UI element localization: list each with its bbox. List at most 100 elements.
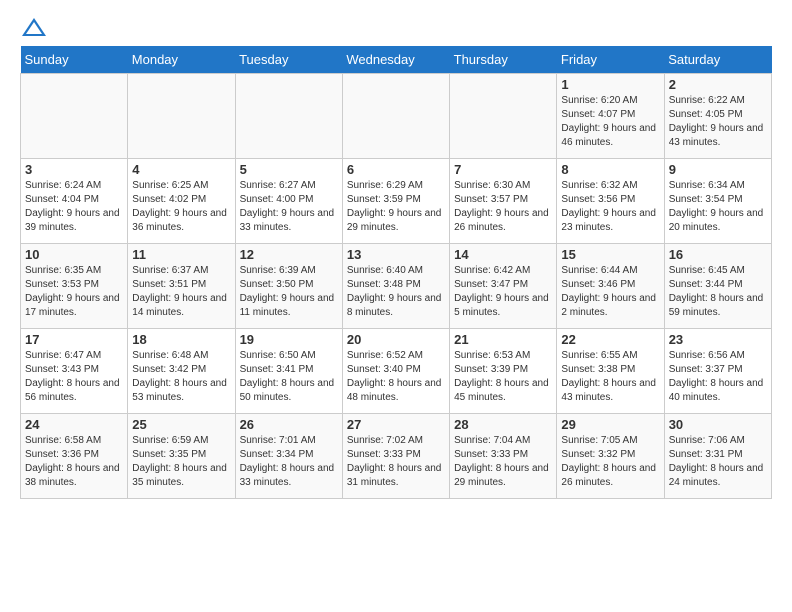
calendar-cell: 15 Sunrise: 6:44 AM Sunset: 3:46 PM Dayli… [557,244,664,329]
day-info: Sunrise: 6:29 AM Sunset: 3:59 PM Dayligh… [347,179,445,235]
day-info: Sunrise: 7:01 AM Sunset: 3:34 PM Dayligh… [240,434,338,490]
day-info: Sunrise: 6:20 AM Sunset: 4:07 PM Dayligh… [561,94,659,150]
calendar-cell: 9 Sunrise: 6:34 AM Sunset: 3:54 PM Daylig… [664,159,771,244]
day-number: 21 [454,332,552,347]
page: SundayMondayTuesdayWednesdayThursdayFrid… [0,0,792,509]
calendar-cell: 5 Sunrise: 6:27 AM Sunset: 4:00 PM Daylig… [235,159,342,244]
day-number: 16 [669,247,767,262]
day-number: 1 [561,77,659,92]
day-number: 7 [454,162,552,177]
day-info: Sunrise: 6:53 AM Sunset: 3:39 PM Dayligh… [454,349,552,405]
calendar-cell: 28Sunrise: 7:04 AM Sunset: 3:33 PM Dayli… [450,414,557,499]
calendar-header-thursday: Thursday [450,46,557,74]
calendar-cell: 12 Sunrise: 6:39 AM Sunset: 3:50 PM Dayli… [235,244,342,329]
calendar-cell: 20 Sunrise: 6:52 AM Sunset: 3:40 PM Dayli… [342,329,449,414]
day-info: Sunrise: 6:59 AM Sunset: 3:35 PM Dayligh… [132,434,230,490]
day-number: 20 [347,332,445,347]
day-info: Sunrise: 6:37 AM Sunset: 3:51 PM Dayligh… [132,264,230,320]
day-info: Sunrise: 6:42 AM Sunset: 3:47 PM Dayligh… [454,264,552,320]
calendar-cell: 6 Sunrise: 6:29 AM Sunset: 3:59 PM Daylig… [342,159,449,244]
day-info: Sunrise: 6:30 AM Sunset: 3:57 PM Dayligh… [454,179,552,235]
day-number: 23 [669,332,767,347]
day-info: Sunrise: 6:25 AM Sunset: 4:02 PM Dayligh… [132,179,230,235]
day-info: Sunrise: 6:32 AM Sunset: 3:56 PM Dayligh… [561,179,659,235]
calendar-cell: 16Sunrise: 6:45 AM Sunset: 3:44 PM Dayli… [664,244,771,329]
calendar-week-5: 24 Sunrise: 6:58 AM Sunset: 3:36 PM Dayli… [21,414,772,499]
calendar-header-friday: Friday [557,46,664,74]
day-info: Sunrise: 6:27 AM Sunset: 4:00 PM Dayligh… [240,179,338,235]
calendar-cell [342,74,449,159]
day-info: Sunrise: 6:34 AM Sunset: 3:54 PM Dayligh… [669,179,767,235]
day-number: 11 [132,247,230,262]
day-info: Sunrise: 6:52 AM Sunset: 3:40 PM Dayligh… [347,349,445,405]
day-number: 13 [347,247,445,262]
calendar-cell: 29 Sunrise: 7:05 AM Sunset: 3:32 PM Dayli… [557,414,664,499]
day-number: 25 [132,417,230,432]
calendar-cell [128,74,235,159]
calendar-cell: 27Sunrise: 7:02 AM Sunset: 3:33 PM Dayli… [342,414,449,499]
day-info: Sunrise: 6:47 AM Sunset: 3:43 PM Dayligh… [25,349,123,405]
day-info: Sunrise: 7:05 AM Sunset: 3:32 PM Dayligh… [561,434,659,490]
day-number: 5 [240,162,338,177]
calendar-table: SundayMondayTuesdayWednesdayThursdayFrid… [20,46,772,499]
day-number: 27 [347,417,445,432]
calendar-header-monday: Monday [128,46,235,74]
day-number: 6 [347,162,445,177]
day-number: 29 [561,417,659,432]
calendar-cell: 23Sunrise: 6:56 AM Sunset: 3:37 PM Dayli… [664,329,771,414]
calendar-cell: 4 Sunrise: 6:25 AM Sunset: 4:02 PM Daylig… [128,159,235,244]
logo-icon [20,16,48,38]
calendar-cell: 11 Sunrise: 6:37 AM Sunset: 3:51 PM Dayli… [128,244,235,329]
day-number: 30 [669,417,767,432]
day-number: 3 [25,162,123,177]
day-number: 18 [132,332,230,347]
calendar-cell: 7 Sunrise: 6:30 AM Sunset: 3:57 PM Daylig… [450,159,557,244]
calendar-cell [450,74,557,159]
calendar-header-saturday: Saturday [664,46,771,74]
day-info: Sunrise: 7:06 AM Sunset: 3:31 PM Dayligh… [669,434,767,490]
calendar-header-row: SundayMondayTuesdayWednesdayThursdayFrid… [21,46,772,74]
calendar-week-3: 10 Sunrise: 6:35 AM Sunset: 3:53 PM Dayli… [21,244,772,329]
day-info: Sunrise: 6:24 AM Sunset: 4:04 PM Dayligh… [25,179,123,235]
day-number: 10 [25,247,123,262]
calendar-cell: 24 Sunrise: 6:58 AM Sunset: 3:36 PM Dayli… [21,414,128,499]
day-number: 17 [25,332,123,347]
calendar-cell: 19 Sunrise: 6:50 AM Sunset: 3:41 PM Dayli… [235,329,342,414]
day-info: Sunrise: 6:50 AM Sunset: 3:41 PM Dayligh… [240,349,338,405]
calendar-cell [21,74,128,159]
day-number: 24 [25,417,123,432]
day-number: 26 [240,417,338,432]
calendar-week-4: 17 Sunrise: 6:47 AM Sunset: 3:43 PM Dayli… [21,329,772,414]
calendar-cell: 17 Sunrise: 6:47 AM Sunset: 3:43 PM Dayli… [21,329,128,414]
calendar-header-tuesday: Tuesday [235,46,342,74]
day-number: 15 [561,247,659,262]
calendar-cell: 3 Sunrise: 6:24 AM Sunset: 4:04 PM Daylig… [21,159,128,244]
day-number: 9 [669,162,767,177]
calendar-cell: 25 Sunrise: 6:59 AM Sunset: 3:35 PM Dayli… [128,414,235,499]
calendar-header-wednesday: Wednesday [342,46,449,74]
day-number: 2 [669,77,767,92]
header [20,16,772,38]
calendar-cell: 30 Sunrise: 7:06 AM Sunset: 3:31 PM Dayli… [664,414,771,499]
calendar-cell: 1 Sunrise: 6:20 AM Sunset: 4:07 PM Daylig… [557,74,664,159]
calendar-cell: 13Sunrise: 6:40 AM Sunset: 3:48 PM Dayli… [342,244,449,329]
day-number: 4 [132,162,230,177]
day-info: Sunrise: 6:44 AM Sunset: 3:46 PM Dayligh… [561,264,659,320]
calendar-header-sunday: Sunday [21,46,128,74]
day-number: 12 [240,247,338,262]
calendar-cell: 18 Sunrise: 6:48 AM Sunset: 3:42 PM Dayli… [128,329,235,414]
logo [20,16,52,38]
calendar-cell: 22Sunrise: 6:55 AM Sunset: 3:38 PM Dayli… [557,329,664,414]
calendar-cell: 8Sunrise: 6:32 AM Sunset: 3:56 PM Daylig… [557,159,664,244]
day-info: Sunrise: 6:35 AM Sunset: 3:53 PM Dayligh… [25,264,123,320]
day-info: Sunrise: 6:58 AM Sunset: 3:36 PM Dayligh… [25,434,123,490]
day-info: Sunrise: 6:48 AM Sunset: 3:42 PM Dayligh… [132,349,230,405]
calendar-cell [235,74,342,159]
calendar-cell: 2Sunrise: 6:22 AM Sunset: 4:05 PM Daylig… [664,74,771,159]
calendar-cell: 21 Sunrise: 6:53 AM Sunset: 3:39 PM Dayli… [450,329,557,414]
day-info: Sunrise: 6:39 AM Sunset: 3:50 PM Dayligh… [240,264,338,320]
day-number: 19 [240,332,338,347]
day-info: Sunrise: 7:04 AM Sunset: 3:33 PM Dayligh… [454,434,552,490]
calendar-cell: 10 Sunrise: 6:35 AM Sunset: 3:53 PM Dayli… [21,244,128,329]
calendar-cell: 14Sunrise: 6:42 AM Sunset: 3:47 PM Dayli… [450,244,557,329]
